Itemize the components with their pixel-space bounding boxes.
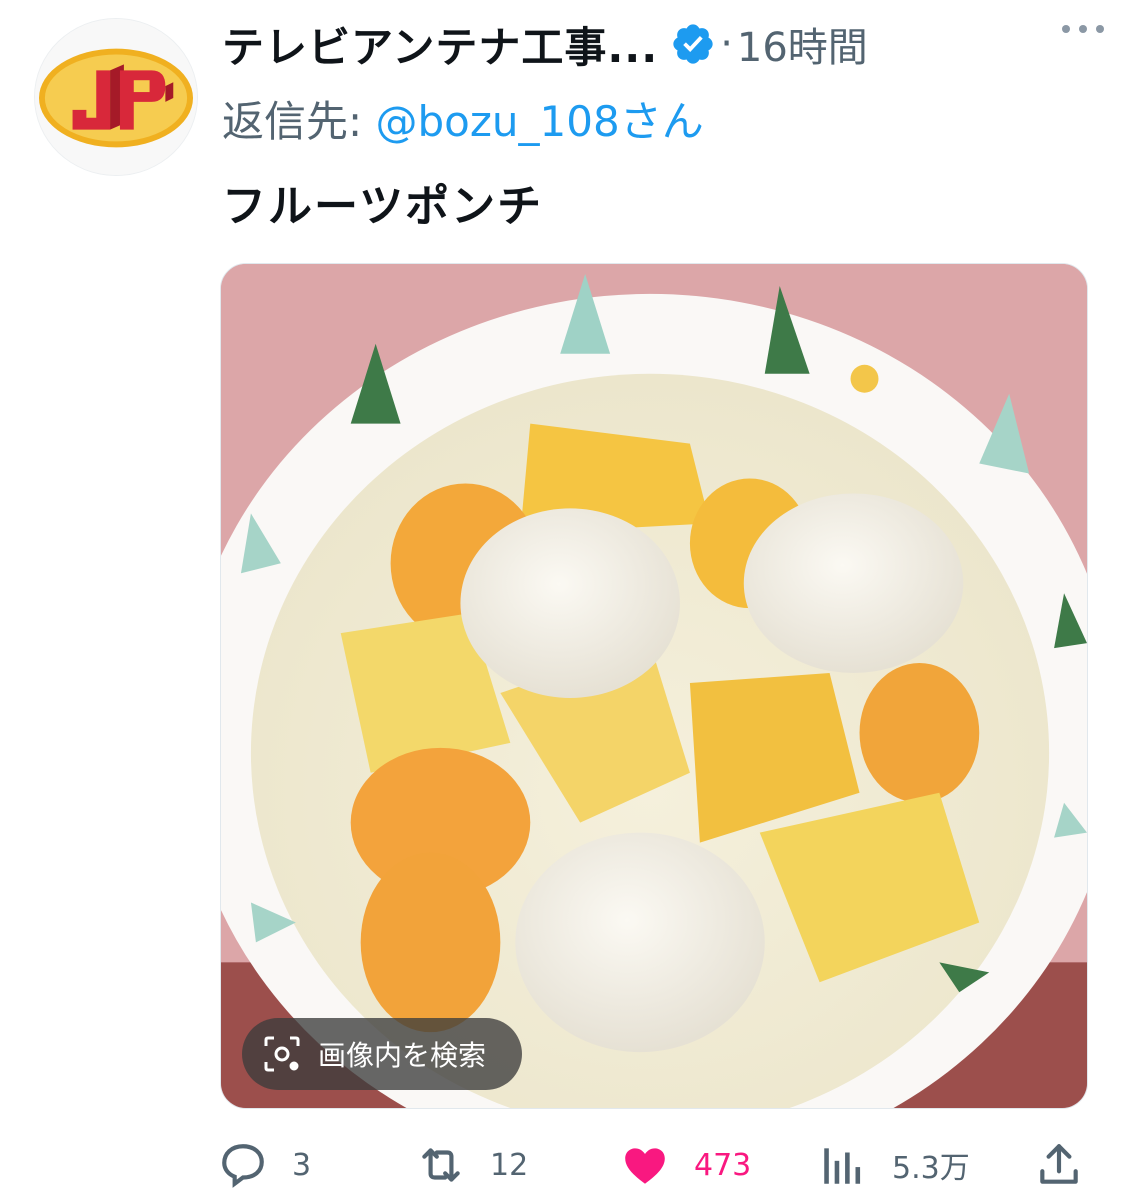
jp-logo-icon <box>35 19 197 175</box>
more-options-icon[interactable] <box>1062 14 1104 44</box>
analytics-icon <box>824 1148 861 1184</box>
like-button[interactable]: 473 <box>620 1140 751 1190</box>
avatar[interactable] <box>34 18 198 176</box>
fruit-punch-photo <box>221 264 1087 1108</box>
share-button[interactable] <box>1034 1140 1108 1190</box>
retweet-button[interactable]: 12 <box>416 1140 528 1190</box>
tweet-image[interactable] <box>220 263 1088 1109</box>
retweet-icon <box>422 1148 460 1182</box>
views-button[interactable]: 5.3万 <box>818 1140 970 1190</box>
timestamp[interactable]: 16時間 <box>737 15 868 73</box>
image-search-icon <box>264 1036 300 1072</box>
image-search-button[interactable]: 画像内を検索 <box>242 1018 523 1090</box>
reply-count: 3 <box>292 1147 312 1183</box>
verified-badge-icon <box>673 24 713 64</box>
retweet-count: 12 <box>490 1147 529 1183</box>
share-icon <box>1040 1144 1078 1184</box>
reply-prefix: 返信先: <box>222 97 376 146</box>
like-count: 473 <box>694 1147 752 1183</box>
separator: · <box>720 21 733 67</box>
tweet-text: フルーツポンチ <box>222 181 544 232</box>
tweet-actions: 3 12 473 5.3万 <box>218 1140 1098 1190</box>
tweet-header: テレビアンテナ工事... · 16時間 <box>222 14 1094 74</box>
reply-icon <box>222 1144 264 1188</box>
display-name[interactable]: テレビアンテナ工事... <box>222 14 658 75</box>
views-count: 5.3万 <box>892 1151 970 1186</box>
reply-button[interactable]: 3 <box>218 1140 311 1190</box>
reply-context: 返信先: @bozu_108さん <box>222 88 704 149</box>
reply-handle-link[interactable]: @bozu_108さん <box>376 97 704 146</box>
image-search-label: 画像内を検索 <box>318 1039 487 1072</box>
heart-icon <box>625 1148 665 1184</box>
